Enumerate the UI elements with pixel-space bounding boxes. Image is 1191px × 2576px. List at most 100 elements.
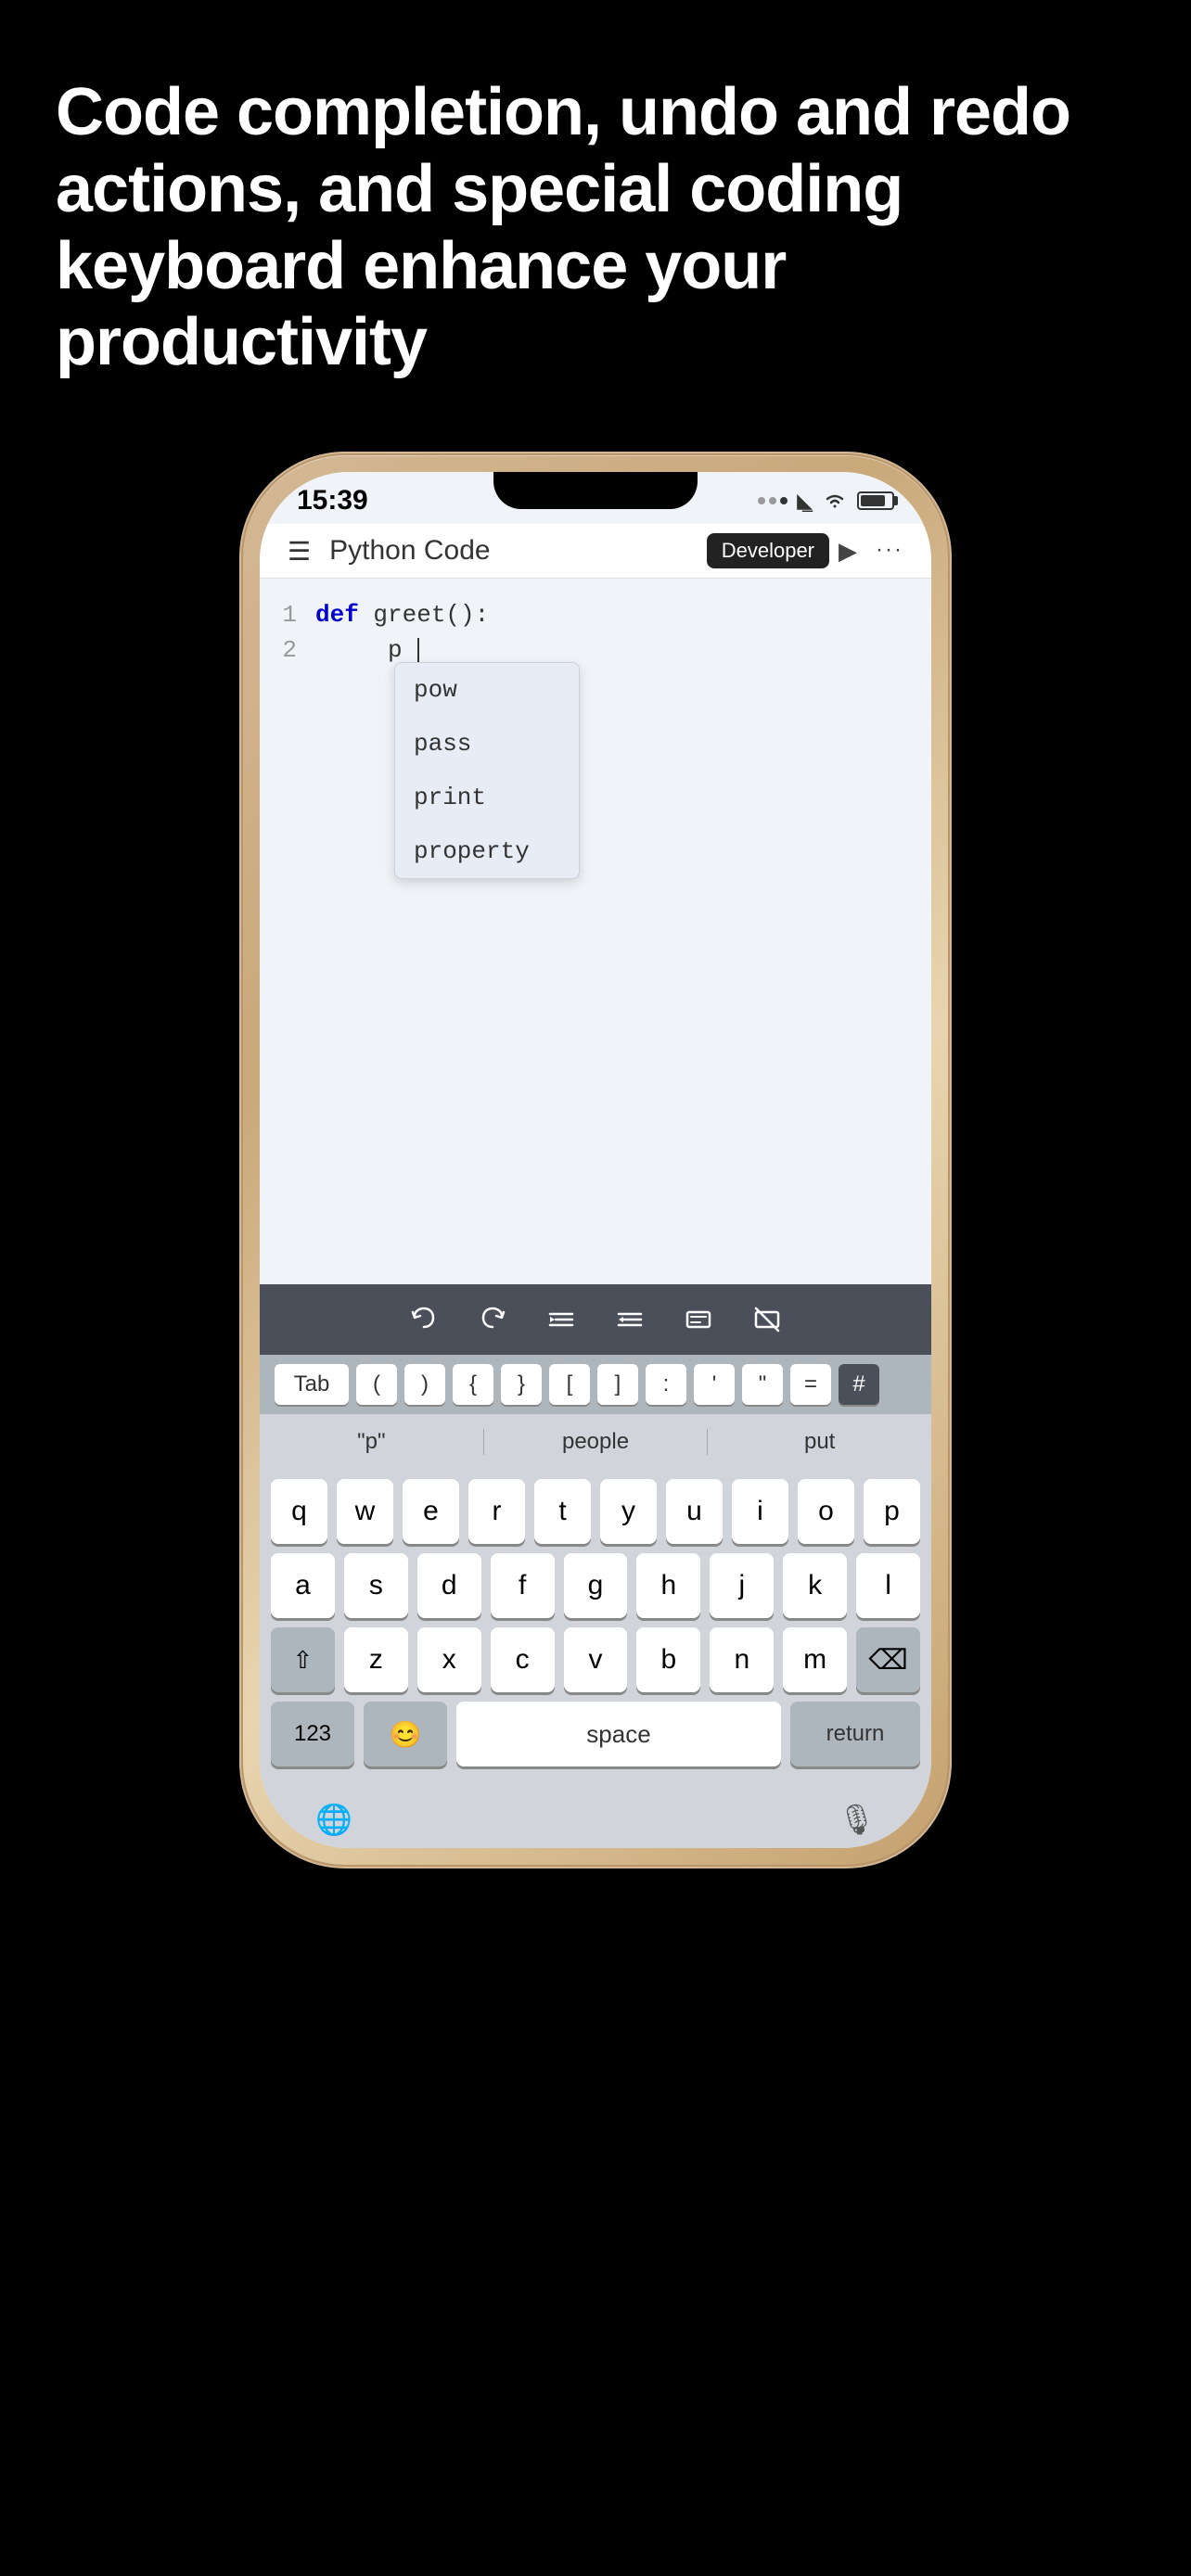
key-g[interactable]: g bbox=[564, 1553, 628, 1618]
signal-dots bbox=[758, 497, 788, 504]
indent-space bbox=[315, 636, 373, 664]
tab-key[interactable]: Tab bbox=[275, 1364, 349, 1405]
key-v[interactable]: v bbox=[564, 1627, 628, 1692]
func-greet: greet(): bbox=[373, 601, 489, 629]
keyboard-bottom-row: 123 😊 space return bbox=[271, 1702, 920, 1766]
keyboard-row-2: a s d f g h j k l bbox=[271, 1553, 920, 1618]
double-quote-key[interactable]: " bbox=[742, 1364, 783, 1405]
indent-button[interactable] bbox=[541, 1299, 582, 1340]
line-content-2: p bbox=[315, 636, 419, 664]
uncomment-button[interactable] bbox=[747, 1299, 788, 1340]
comment-button[interactable] bbox=[678, 1299, 719, 1340]
key-m[interactable]: m bbox=[783, 1627, 847, 1692]
close-bracket-key[interactable]: ] bbox=[597, 1364, 638, 1405]
phone-frame: 15:39 ◣̲ bbox=[243, 455, 948, 1865]
autocomplete-item-pass[interactable]: pass bbox=[395, 717, 579, 771]
key-d[interactable]: d bbox=[417, 1553, 481, 1618]
special-keys-row: Tab ( ) { } [ ] : ' " = # bbox=[260, 1355, 931, 1414]
open-bracket-key[interactable]: [ bbox=[549, 1364, 590, 1405]
key-n[interactable]: n bbox=[710, 1627, 774, 1692]
key-a[interactable]: a bbox=[271, 1553, 335, 1618]
open-paren-key[interactable]: ( bbox=[356, 1364, 397, 1405]
key-p[interactable]: p bbox=[864, 1479, 920, 1544]
close-brace-key[interactable]: } bbox=[501, 1364, 542, 1405]
numbers-key[interactable]: 123 bbox=[271, 1702, 354, 1766]
close-paren-key[interactable]: ) bbox=[404, 1364, 445, 1405]
phone-bottom-bar: 🌐 🎙 bbox=[260, 1791, 931, 1848]
key-u[interactable]: u bbox=[666, 1479, 723, 1544]
code-editor[interactable]: 1 def greet(): 2 p pow bbox=[260, 579, 931, 1284]
undo-button[interactable] bbox=[403, 1299, 444, 1340]
key-w[interactable]: w bbox=[337, 1479, 393, 1544]
predictive-bar: "p" people put bbox=[260, 1414, 931, 1470]
typed-p: p bbox=[388, 636, 403, 664]
shift-key[interactable]: ⇧ bbox=[271, 1627, 335, 1692]
menu-icon[interactable]: ☰ bbox=[288, 536, 311, 567]
keyboard: q w e r t y u i o p a s d f g bbox=[260, 1470, 931, 1791]
keyboard-row-3: ⇧ z x c v b n m ⌫ bbox=[271, 1627, 920, 1692]
key-y[interactable]: y bbox=[600, 1479, 657, 1544]
battery-fill bbox=[861, 495, 885, 506]
key-c[interactable]: c bbox=[491, 1627, 555, 1692]
status-time: 15:39 bbox=[297, 485, 368, 516]
key-k[interactable]: k bbox=[783, 1553, 847, 1618]
hero-title: Code completion, undo and redo actions, … bbox=[0, 0, 1191, 437]
mic-icon[interactable]: 🎙 bbox=[838, 1802, 876, 1837]
key-l[interactable]: l bbox=[856, 1553, 920, 1618]
key-z[interactable]: z bbox=[344, 1627, 408, 1692]
phone-container: 15:39 ◣̲ bbox=[0, 437, 1191, 1920]
key-b[interactable]: b bbox=[636, 1627, 700, 1692]
line-content-1: def greet(): bbox=[315, 601, 489, 629]
key-f[interactable]: f bbox=[491, 1553, 555, 1618]
outdent-button[interactable] bbox=[609, 1299, 650, 1340]
phone-screen: 15:39 ◣̲ bbox=[260, 472, 931, 1848]
autocomplete-item-property[interactable]: property bbox=[395, 824, 579, 878]
line-number-2: 2 bbox=[260, 636, 315, 664]
colon-key[interactable]: : bbox=[646, 1364, 686, 1405]
signal-dot-2 bbox=[769, 497, 776, 504]
predictive-item-3[interactable]: put bbox=[708, 1429, 931, 1455]
hash-key[interactable]: # bbox=[839, 1364, 879, 1405]
return-key[interactable]: return bbox=[790, 1702, 920, 1766]
developer-badge: Developer bbox=[707, 533, 829, 568]
key-h[interactable]: h bbox=[636, 1553, 700, 1618]
globe-icon[interactable]: 🌐 bbox=[315, 1802, 352, 1837]
key-j[interactable]: j bbox=[710, 1553, 774, 1618]
battery-icon bbox=[857, 491, 894, 510]
code-line-1: 1 def greet(): bbox=[260, 597, 931, 632]
redo-button[interactable] bbox=[472, 1299, 513, 1340]
single-quote-key[interactable]: ' bbox=[694, 1364, 735, 1405]
header-actions: ▶ ··· bbox=[839, 537, 903, 566]
key-o[interactable]: o bbox=[798, 1479, 854, 1544]
open-brace-key[interactable]: { bbox=[453, 1364, 493, 1405]
line-number-1: 1 bbox=[260, 601, 315, 629]
space-key[interactable]: space bbox=[456, 1702, 781, 1766]
app-header: ☰ Python Code Developer ▶ ··· bbox=[260, 524, 931, 579]
wifi-icon: ◣̲ bbox=[797, 489, 813, 513]
emoji-key[interactable]: 😊 bbox=[364, 1702, 447, 1766]
play-button[interactable]: ▶ bbox=[839, 537, 857, 566]
key-e[interactable]: e bbox=[403, 1479, 459, 1544]
delete-key[interactable]: ⌫ bbox=[856, 1627, 920, 1692]
keyboard-row-1: q w e r t y u i o p bbox=[271, 1479, 920, 1544]
key-r[interactable]: r bbox=[468, 1479, 525, 1544]
status-icons: ◣̲ bbox=[758, 489, 894, 513]
key-q[interactable]: q bbox=[271, 1479, 327, 1544]
signal-dot-3 bbox=[780, 497, 788, 504]
more-button[interactable]: ··· bbox=[876, 537, 903, 566]
key-s[interactable]: s bbox=[344, 1553, 408, 1618]
predictive-item-1[interactable]: "p" bbox=[260, 1429, 484, 1455]
code-line-2: 2 p bbox=[260, 632, 931, 668]
app-title: Python Code bbox=[329, 535, 725, 567]
cursor bbox=[417, 638, 419, 662]
autocomplete-item-pow[interactable]: pow bbox=[395, 663, 579, 717]
predictive-item-2[interactable]: people bbox=[484, 1429, 709, 1455]
autocomplete-dropdown[interactable]: pow pass print property bbox=[394, 662, 580, 879]
key-x[interactable]: x bbox=[417, 1627, 481, 1692]
key-t[interactable]: t bbox=[534, 1479, 591, 1544]
key-i[interactable]: i bbox=[732, 1479, 788, 1544]
equals-key[interactable]: = bbox=[790, 1364, 831, 1405]
autocomplete-item-print[interactable]: print bbox=[395, 771, 579, 824]
edit-toolbar bbox=[260, 1284, 931, 1355]
keyword-def: def bbox=[315, 601, 359, 629]
